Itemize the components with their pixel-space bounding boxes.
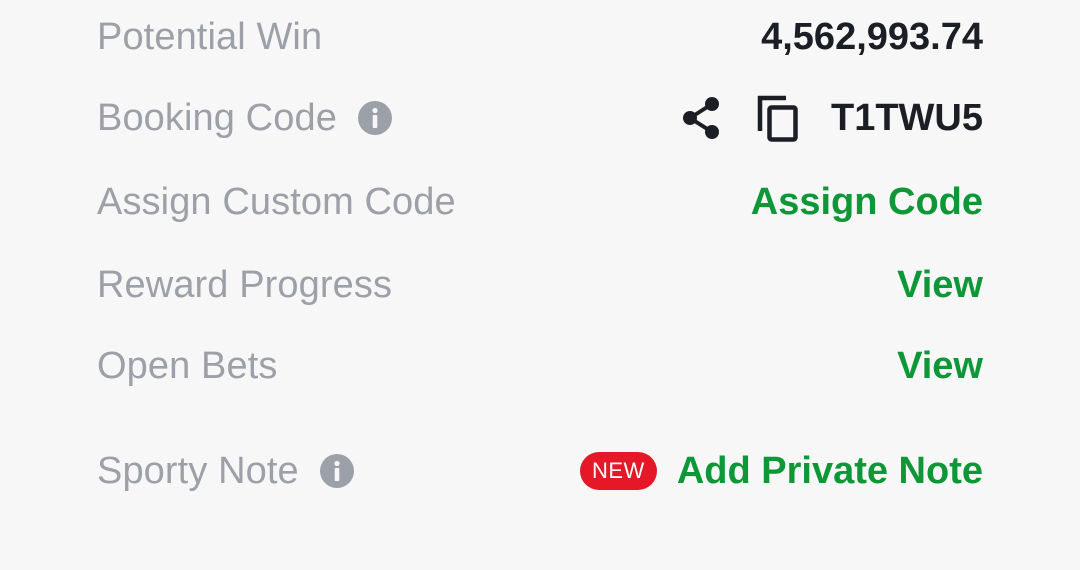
copy-icon[interactable] <box>755 93 801 143</box>
potential-win-label-text: Potential Win <box>97 15 323 58</box>
bet-summary-panel: Potential Win 4,562,993.74 Booking Code <box>0 0 1080 570</box>
reward-progress-view-link[interactable]: View <box>897 264 983 307</box>
open-bets-label-text: Open Bets <box>97 344 278 387</box>
assign-code-link[interactable]: Assign Code <box>751 181 983 224</box>
open-bets-row: Open Bets View <box>97 336 983 396</box>
share-icon[interactable] <box>679 95 723 141</box>
reward-progress-label: Reward Progress <box>97 264 392 307</box>
potential-win-label: Potential Win <box>97 16 322 59</box>
booking-code-value-group: T1TWU5 <box>679 93 983 143</box>
potential-win-row: Potential Win 4,562,993.74 <box>97 7 983 67</box>
custom-code-row: Assign Custom Code Assign Code <box>97 172 983 232</box>
sporty-note-value-group: NEW Add Private Note <box>580 450 983 493</box>
custom-code-label-text: Assign Custom Code <box>97 180 456 223</box>
add-private-note-link[interactable]: Add Private Note <box>677 450 983 493</box>
reward-progress-label-text: Reward Progress <box>97 263 393 306</box>
open-bets-label: Open Bets <box>97 345 277 388</box>
reward-progress-row: Reward Progress View <box>97 255 983 315</box>
sporty-note-row: Sporty Note NEW Add Private Note <box>97 441 983 501</box>
info-icon[interactable] <box>319 453 355 489</box>
booking-code-label: Booking Code <box>97 97 393 140</box>
custom-code-label: Assign Custom Code <box>97 181 456 224</box>
booking-code-row: Booking Code T1TWU5 <box>97 88 983 148</box>
info-icon[interactable] <box>357 100 393 136</box>
open-bets-view-link[interactable]: View <box>897 345 983 388</box>
booking-code-value[interactable]: T1TWU5 <box>831 97 983 140</box>
sporty-note-label-text: Sporty Note <box>97 449 299 492</box>
sporty-note-label: Sporty Note <box>97 450 355 493</box>
booking-code-label-text: Booking Code <box>97 96 337 139</box>
potential-win-value: 4,562,993.74 <box>761 15 983 58</box>
new-badge: NEW <box>580 452 657 490</box>
